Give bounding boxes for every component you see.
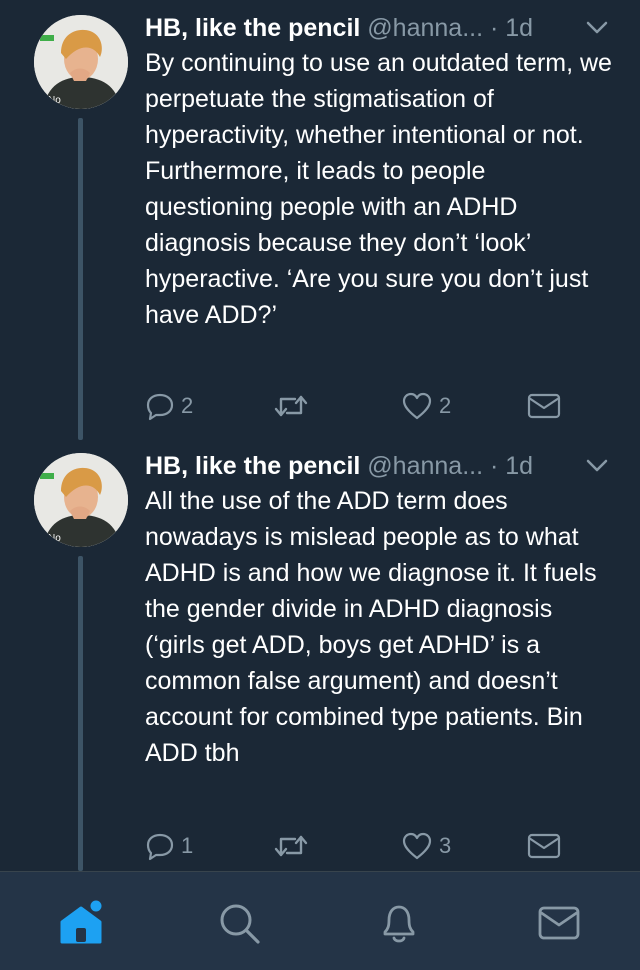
tweet-header: HB, like the pencil @hanna... · 1d	[145, 448, 620, 484]
chevron-down-icon[interactable]	[586, 20, 608, 36]
time-separator: ·	[490, 452, 499, 480]
time-separator: ·	[490, 14, 499, 42]
svg-text:No: No	[48, 533, 61, 544]
tweet-actions: 1 3	[145, 828, 575, 864]
bottom-tab-bar	[0, 871, 640, 970]
chevron-down-icon[interactable]	[586, 458, 608, 474]
reply-count: 2	[181, 393, 194, 418]
retweet-icon	[274, 835, 308, 857]
like-button[interactable]: 3	[401, 828, 451, 864]
like-count: 2	[439, 393, 452, 418]
thread-line	[78, 556, 83, 871]
tweet[interactable]: No HB, like the pencil @hanna... · 1d Al…	[0, 448, 640, 871]
like-count: 3	[439, 833, 452, 858]
home-icon	[60, 900, 102, 944]
heart-icon	[402, 392, 432, 420]
retweet-button[interactable]	[273, 828, 315, 864]
tweet-actions: 2 2	[145, 388, 575, 424]
tab-home[interactable]	[58, 900, 104, 946]
tab-search[interactable]	[216, 900, 262, 946]
tweet[interactable]: No HB, like the pencil @hanna... · 1d By…	[0, 10, 640, 440]
envelope-icon	[527, 393, 561, 419]
tab-notifications[interactable]	[376, 900, 422, 946]
reply-button[interactable]: 2	[145, 388, 193, 424]
tab-messages[interactable]	[536, 900, 582, 946]
svg-text:No: No	[48, 95, 61, 106]
like-button[interactable]: 2	[401, 388, 451, 424]
tweet-time[interactable]: 1d	[505, 14, 533, 42]
messages-icon	[538, 906, 580, 940]
retweet-icon	[274, 395, 308, 417]
thread-line	[78, 118, 83, 440]
reply-icon	[146, 393, 174, 421]
author-handle[interactable]: @hanna...	[367, 14, 483, 42]
search-icon	[220, 904, 260, 944]
avatar[interactable]: No	[34, 453, 128, 547]
envelope-icon	[527, 833, 561, 859]
reply-count: 1	[181, 833, 194, 858]
reply-button[interactable]: 1	[145, 828, 193, 864]
retweet-button[interactable]	[273, 388, 315, 424]
tweet-time[interactable]: 1d	[505, 452, 533, 480]
author-name[interactable]: HB, like the pencil	[145, 14, 360, 42]
tweet-header: HB, like the pencil @hanna... · 1d	[145, 10, 620, 46]
tweet-text: By continuing to use an outdated term, w…	[145, 49, 612, 329]
author-handle[interactable]: @hanna...	[367, 452, 483, 480]
direct-message-button[interactable]	[527, 828, 561, 864]
avatar[interactable]: No	[34, 15, 128, 109]
notifications-icon	[383, 905, 415, 943]
tweet-text: All the use of the ADD term does nowaday…	[145, 487, 597, 767]
direct-message-button[interactable]	[527, 388, 561, 424]
author-name[interactable]: HB, like the pencil	[145, 452, 360, 480]
reply-icon	[146, 833, 174, 861]
heart-icon	[402, 832, 432, 860]
